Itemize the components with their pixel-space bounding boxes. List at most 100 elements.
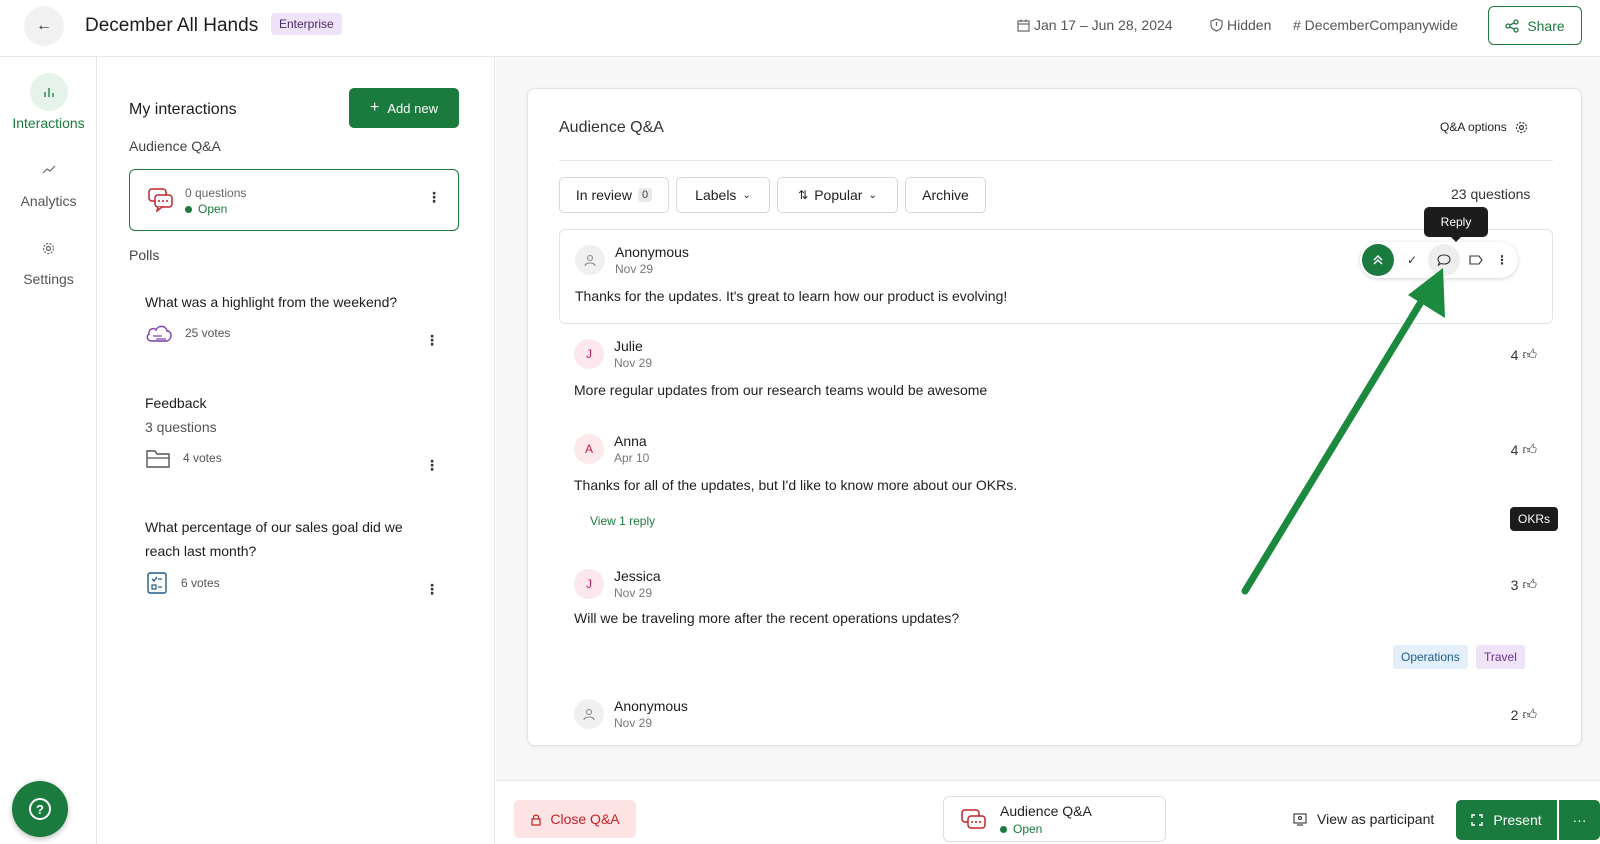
question-row[interactable]: Anonymous Nov 29 Thanks for the updates.… <box>559 229 1553 324</box>
poll-title: What percentage of our sales goal did we… <box>145 519 403 559</box>
label-tag-operations[interactable]: Operations <box>1393 645 1468 669</box>
poll-subtitle: 3 questions <box>145 419 217 435</box>
avatar <box>575 245 605 275</box>
vote-number: 4 <box>1510 441 1519 458</box>
vote-number: 2 <box>1510 706 1519 723</box>
date-range[interactable]: Jan 17 – Jun 28, 2024 <box>1017 17 1173 33</box>
label-tag-travel[interactable]: Travel <box>1476 645 1525 669</box>
question-date: Nov 29 <box>615 262 654 276</box>
author-name: Jessica <box>614 568 661 584</box>
tag-icon <box>1469 255 1483 265</box>
bar-chart-icon <box>29 73 68 111</box>
top-bar: ← December All Hands Enterprise Jan 17 –… <box>0 0 1600 57</box>
add-new-button[interactable]: + Add new <box>349 88 459 128</box>
poll-item[interactable]: Feedback 3 questions 4 votes ⋮ <box>145 391 439 472</box>
question-date: Nov 29 <box>614 356 653 370</box>
vote-count: 4 👍︎ <box>1511 441 1537 458</box>
avatar: A <box>574 434 604 464</box>
qa-card[interactable]: 0 questions Open ⋮ <box>129 169 459 231</box>
sort-dropdown[interactable]: ⇅ Popular ⌄ <box>777 177 898 213</box>
share-button[interactable]: Share <box>1488 6 1582 45</box>
labels-label: Labels <box>695 187 737 203</box>
qa-main-card: Audience Q&A Q&A options In review 0 Lab… <box>527 88 1582 746</box>
reply-tooltip: Reply <box>1424 207 1488 242</box>
back-button[interactable]: ← <box>24 6 64 46</box>
page-title: December All Hands <box>85 15 259 36</box>
question-date: Nov 29 <box>614 586 653 600</box>
chat-bubbles-icon <box>961 809 986 829</box>
interactions-panel: My interactions + Add new Audience Q&A 0… <box>97 57 495 844</box>
vote-count: 3 👍︎ <box>1511 576 1537 593</box>
close-qa-button[interactable]: Close Q&A <box>514 800 636 838</box>
nav-label: Settings <box>23 271 74 287</box>
question-action-bar: ✓ ⋮ <box>1360 242 1518 278</box>
status-dot-icon <box>185 205 192 213</box>
close-qa-label: Close Q&A <box>550 811 620 827</box>
qa-options-button[interactable]: Q&A options <box>1440 120 1528 134</box>
poll-item[interactable]: What was a highlight from the weekend? 2… <box>145 290 439 347</box>
present-button[interactable]: Present <box>1456 800 1557 840</box>
nav-item-analytics[interactable]: Analytics <box>0 151 97 209</box>
thumbs-up-icon: 👍︎ <box>1522 441 1537 457</box>
date-range-label: Jan 17 – Jun 28, 2024 <box>1034 17 1173 33</box>
vote-number: 3 <box>1510 576 1519 593</box>
question-text: More regular updates from our research t… <box>574 382 988 398</box>
question-text: Thanks for the updates. It's great to le… <box>575 288 1008 304</box>
labels-dropdown[interactable]: Labels ⌄ <box>676 177 770 213</box>
participant-view-icon <box>1293 812 1307 826</box>
add-new-label: Add new <box>387 100 438 116</box>
chat-bubbles-icon <box>148 188 173 212</box>
qa-status: Open <box>185 202 227 216</box>
visibility-status[interactable]: Hidden <box>1210 17 1271 33</box>
question-icon: ? <box>29 798 51 820</box>
double-chevron-up-icon <box>1373 254 1383 265</box>
vote-count: 4 👍︎ <box>1511 346 1537 363</box>
reply-button[interactable] <box>1428 244 1460 276</box>
present-label: Present <box>1493 812 1542 828</box>
active-interaction-card[interactable]: Audience Q&A Open <box>943 796 1166 842</box>
avatar: J <box>574 569 604 599</box>
question-row[interactable]: A Anna Apr 10 4 👍︎ Thanks for all of the… <box>559 419 1559 554</box>
channel-link[interactable]: # DecemberCompanywide <box>1293 17 1458 33</box>
thumbs-up-icon: 👍︎ <box>1522 706 1537 722</box>
total-questions: 23 questions <box>1451 186 1531 202</box>
question-row[interactable]: J Jessica Nov 29 3 👍︎ Will we be traveli… <box>559 554 1553 684</box>
view-as-participant-button[interactable]: View as participant <box>1293 811 1434 827</box>
divider <box>559 160 1553 161</box>
nav-label: Analytics <box>20 193 77 209</box>
poll-menu-button[interactable]: ⋮ <box>425 458 439 472</box>
in-review-label: In review <box>575 187 632 203</box>
lock-icon <box>531 814 541 826</box>
nav-item-interactions[interactable]: Interactions <box>0 73 97 131</box>
in-review-tab[interactable]: In review 0 <box>559 177 669 213</box>
qa-card-menu-button[interactable]: ⋮ <box>427 190 441 204</box>
upvote-button[interactable] <box>1362 244 1394 276</box>
author-name: Julie <box>614 338 643 354</box>
speech-bubble-icon <box>1437 253 1451 266</box>
check-icon: ✓ <box>1406 253 1418 267</box>
question-menu-button[interactable]: ⋮ <box>1486 244 1518 276</box>
view-reply-link[interactable]: View 1 reply <box>590 514 655 528</box>
poll-item[interactable]: What percentage of our sales goal did we… <box>145 515 439 596</box>
present-options-button[interactable]: ··· <box>1559 800 1600 840</box>
question-date: Nov 29 <box>614 716 653 730</box>
question-text: Thanks for all of the updates, but I'd l… <box>574 477 1018 493</box>
gear-icon <box>30 229 68 267</box>
question-date: Apr 10 <box>614 451 650 465</box>
in-review-count: 0 <box>637 188 653 202</box>
help-button[interactable]: ? <box>12 781 68 837</box>
question-row[interactable]: Anonymous Nov 29 2 👍︎ <box>559 684 1553 745</box>
qa-title: Audience Q&A <box>559 119 664 136</box>
kebab-icon: ⋮ <box>1496 253 1508 267</box>
chevron-down-icon: ⌄ <box>742 189 751 201</box>
active-interaction-status: Open <box>1000 822 1042 836</box>
poll-menu-button[interactable]: ⋮ <box>425 333 439 347</box>
label-tag-okrs: OKRs <box>1510 507 1559 531</box>
approve-button[interactable]: ✓ <box>1396 244 1428 276</box>
poll-menu-button[interactable]: ⋮ <box>425 582 439 596</box>
left-nav: Interactions Analytics Settings ? <box>0 57 97 844</box>
poll-title: Feedback <box>145 395 207 411</box>
archive-tab[interactable]: Archive <box>905 177 986 213</box>
question-row[interactable]: J Julie Nov 29 4 👍︎ More regular updates… <box>559 324 1553 419</box>
nav-item-settings[interactable]: Settings <box>0 229 97 287</box>
